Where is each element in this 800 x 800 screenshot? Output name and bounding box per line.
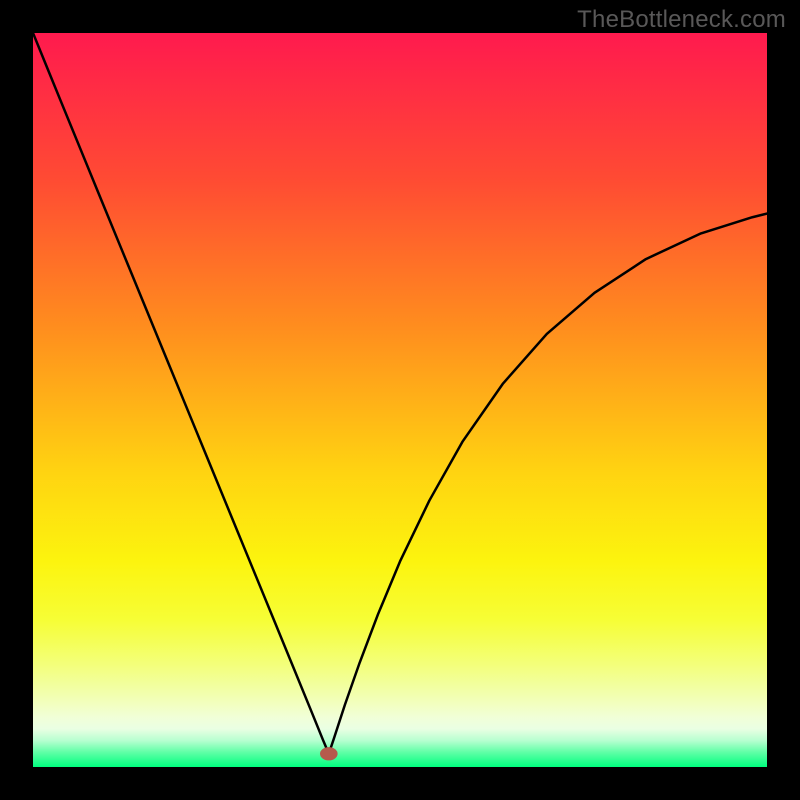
chart-frame: TheBottleneck.com	[0, 0, 800, 800]
chart-svg	[33, 33, 767, 767]
watermark-text: TheBottleneck.com	[577, 6, 786, 34]
chart-background	[33, 33, 767, 767]
minimum-marker-icon	[320, 747, 338, 760]
chart-plot-area	[33, 33, 767, 767]
